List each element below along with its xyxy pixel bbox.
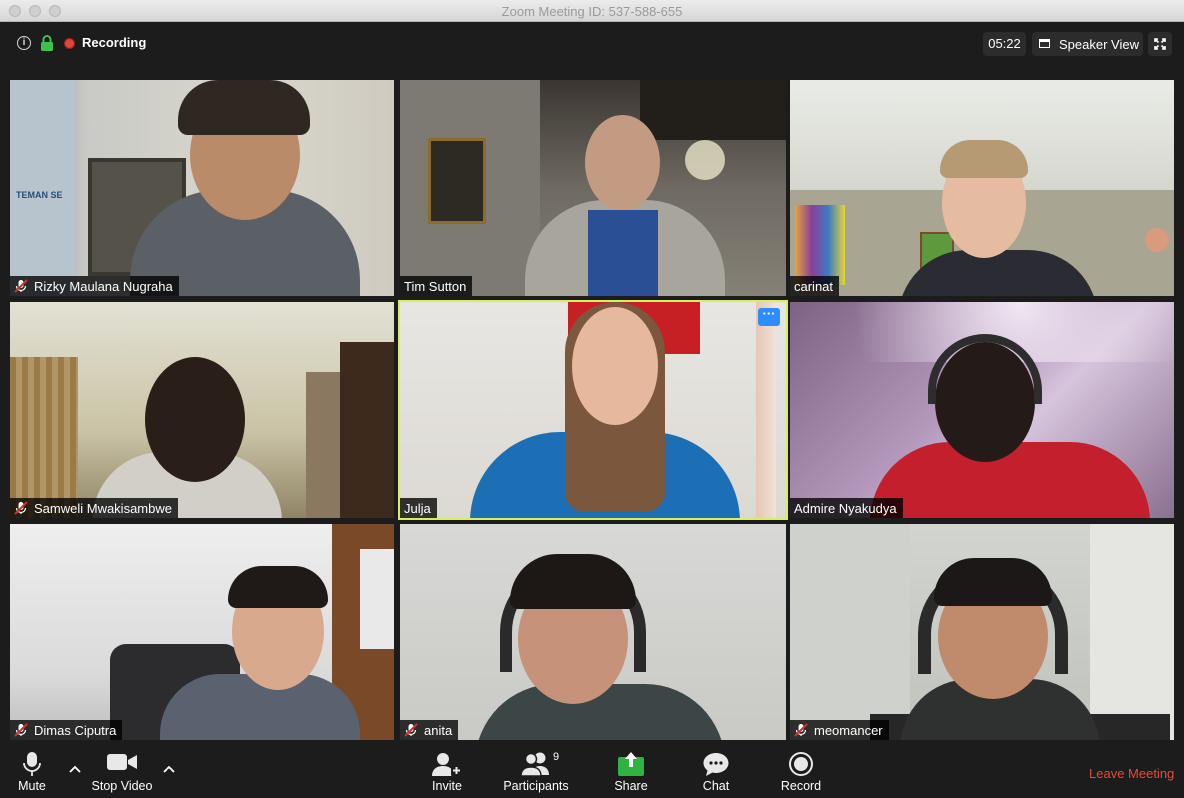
meeting-toolbar: Mute Stop Video Invite Participants 9 Sh… [0, 742, 1184, 798]
muted-mic-icon [14, 501, 28, 515]
chat-button[interactable]: Chat [694, 742, 738, 798]
record-label: Record [780, 779, 822, 793]
stop-video-button[interactable]: Stop Video [88, 742, 156, 798]
participant-name: Admire Nyakudya [794, 500, 897, 516]
video-tile[interactable]: anita [400, 524, 786, 740]
participant-name-tag: Rizky Maulana Nugraha [10, 276, 179, 296]
video-camera-icon [107, 754, 137, 770]
chevron-up-icon[interactable] [162, 762, 176, 776]
microphone-icon [23, 752, 41, 776]
mute-label: Mute [18, 779, 46, 793]
participant-name-tag: Samweli Mwakisambwe [10, 498, 178, 518]
video-tile[interactable]: Tim Sutton [400, 80, 786, 296]
share-button[interactable]: Share [608, 742, 654, 798]
participant-name: Julja [404, 500, 431, 516]
participants-icon [520, 752, 549, 777]
participant-name-tag: Admire Nyakudya [790, 498, 903, 518]
participant-name-tag: Julja [400, 498, 437, 518]
participant-name: Samweli Mwakisambwe [34, 500, 172, 516]
window-titlebar: Zoom Meeting ID: 537-588-655 [0, 0, 1184, 22]
more-options-icon[interactable]: ··· [758, 307, 780, 326]
participant-name: carinat [794, 278, 834, 294]
video-tile[interactable]: carinat [790, 80, 1174, 296]
chevron-up-icon[interactable] [68, 762, 82, 776]
recording-dot-icon [64, 38, 75, 49]
video-tile[interactable]: Admire Nyakudya [790, 302, 1174, 518]
participant-name: Dimas Ciputra [34, 722, 117, 738]
chat-label: Chat [702, 779, 730, 793]
record-icon [789, 752, 813, 776]
mute-button[interactable]: Mute [8, 742, 56, 798]
chat-icon [703, 753, 729, 776]
participant-name: Tim Sutton [404, 278, 467, 294]
participant-name-tag: meomancer [790, 720, 889, 740]
add-person-icon [432, 753, 462, 776]
fullscreen-button[interactable] [1148, 32, 1172, 56]
share-label: Share [614, 779, 648, 793]
video-tile[interactable]: Samweli Mwakisambwe [10, 302, 394, 518]
video-tile-active-speaker[interactable]: ··· Julja [398, 300, 788, 520]
participant-name: meomancer [814, 722, 883, 738]
muted-mic-icon [14, 279, 28, 293]
share-screen-icon [618, 752, 644, 776]
muted-mic-icon [794, 723, 808, 737]
participants-count: 9 [553, 751, 560, 763]
leave-meeting-button[interactable]: Leave Meeting [1089, 766, 1174, 781]
fullscreen-icon [1154, 38, 1166, 50]
participant-name-tag: anita [400, 720, 459, 740]
invite-label: Invite [432, 779, 462, 793]
invite-button[interactable]: Invite [420, 742, 474, 798]
participant-name-tag: carinat [790, 276, 840, 296]
muted-mic-icon [14, 723, 28, 737]
recording-label: Recording [82, 35, 147, 50]
participant-name: Rizky Maulana Nugraha [34, 278, 173, 294]
lock-icon[interactable] [40, 35, 54, 51]
meeting-timer: 05:22 [983, 32, 1026, 56]
participants-label: Participants [503, 779, 569, 793]
record-button[interactable]: Record [776, 742, 826, 798]
participant-name-tag: Tim Sutton [400, 276, 473, 296]
participants-button[interactable]: Participants [500, 742, 572, 798]
window-title: Zoom Meeting ID: 537-588-655 [501, 4, 683, 19]
participant-name-tag: Dimas Ciputra [10, 720, 123, 740]
muted-mic-icon [404, 723, 418, 737]
stop-video-label: Stop Video [91, 779, 153, 793]
video-tile[interactable]: TEMAN SE Rizky Maulana Nugraha [10, 80, 394, 296]
participant-name: anita [424, 722, 453, 738]
view-icon [1039, 39, 1050, 48]
meeting-topbar: i Recording 05:22 Speaker View [0, 22, 1184, 66]
video-tile[interactable]: meomancer [790, 524, 1174, 740]
info-icon[interactable]: i [17, 36, 31, 50]
video-tile[interactable]: Dimas Ciputra [10, 524, 394, 740]
speaker-view-label: Speaker View [1059, 37, 1139, 52]
speaker-view-button[interactable]: Speaker View [1032, 32, 1143, 56]
